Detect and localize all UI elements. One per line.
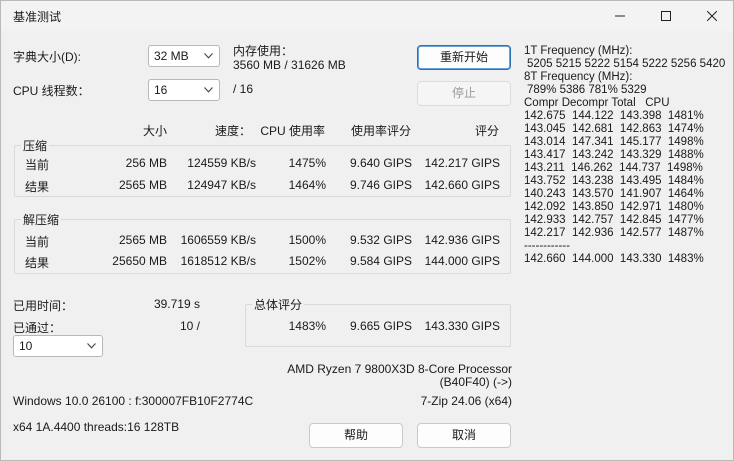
total-rating-title: 总体评分 bbox=[252, 296, 305, 313]
header-size: 大小 bbox=[142, 124, 167, 138]
cpu-threads-select[interactable]: 16 bbox=[148, 79, 220, 101]
cpu-name: AMD Ryzen 7 9800X3D 8-Core Processor bbox=[287, 362, 512, 376]
rating-value: 142.660 GIPS bbox=[424, 178, 500, 192]
elapsed-value: 39.719 s bbox=[153, 297, 200, 311]
close-button[interactable] bbox=[689, 1, 734, 31]
freq8-values: 789% 5386 781% 5329 bbox=[527, 84, 647, 96]
speed-value: 124947 KB/s bbox=[187, 178, 256, 192]
title-bar: 基准测试 bbox=[1, 1, 733, 31]
usage-rating-value: 9.584 GIPS bbox=[349, 254, 412, 268]
size-value: 256 MB bbox=[125, 156, 167, 170]
row-label: 当前 bbox=[25, 158, 50, 172]
log-row: 143.752 143.238 143.495 1484% bbox=[524, 175, 704, 187]
log-row: 143.211 146.262 144.737 1498% bbox=[524, 162, 703, 174]
log-row: 143.417 143.242 143.329 1488% bbox=[524, 149, 704, 161]
maximize-icon bbox=[661, 11, 671, 21]
compress-title: 压缩 bbox=[21, 137, 50, 154]
speed-value: 1606559 KB/s bbox=[180, 233, 256, 247]
help-button[interactable]: 帮助 bbox=[309, 423, 403, 448]
log-row: 143.045 142.681 142.863 1474% bbox=[524, 123, 704, 135]
rating-value: 142.217 GIPS bbox=[424, 156, 500, 170]
size-value: 2565 MB bbox=[118, 233, 167, 247]
rating-value: 144.000 GIPS bbox=[424, 254, 500, 268]
total-usage-rating: 9.665 GIPS bbox=[349, 319, 412, 333]
header-cpu-usage: CPU 使用率 bbox=[260, 124, 325, 138]
window-title: 基准测试 bbox=[13, 10, 62, 24]
cpu-usage-value: 1464% bbox=[288, 178, 326, 192]
chevron-down-icon bbox=[204, 87, 213, 93]
total-rating: 143.330 GIPS bbox=[424, 319, 500, 333]
dict-size-select[interactable]: 32 MB bbox=[148, 45, 220, 67]
log-row: 142.217 142.936 142.577 1487% bbox=[524, 227, 704, 239]
dict-size-value: 32 MB bbox=[154, 49, 189, 63]
size-value: 2565 MB bbox=[118, 178, 167, 192]
arch-info: x64 1A.4400 threads:16 128TB bbox=[13, 420, 180, 434]
passes-value: 10 bbox=[19, 339, 33, 353]
speed-value: 124559 KB/s bbox=[187, 156, 256, 170]
memory-value: 3560 MB / 31626 MB bbox=[233, 58, 346, 72]
cpu-usage-value: 1475% bbox=[288, 156, 326, 170]
restart-button[interactable]: 重新开始 bbox=[417, 45, 511, 70]
header-usage-rating: 使用率评分 bbox=[350, 124, 411, 138]
chevron-down-icon bbox=[204, 53, 213, 59]
close-icon bbox=[707, 11, 717, 21]
usage-rating-value: 9.532 GIPS bbox=[349, 233, 412, 247]
minimize-icon bbox=[615, 15, 625, 17]
size-value: 25650 MB bbox=[112, 254, 167, 268]
header-speed: 速度： bbox=[214, 124, 251, 138]
cpu-usage-value: 1502% bbox=[288, 254, 326, 268]
cpu-threads-value: 16 bbox=[154, 83, 168, 97]
freq1-label: 1T Frequency (MHz): bbox=[524, 45, 633, 57]
freq8-label: 8T Frequency (MHz): bbox=[524, 71, 633, 83]
memory-label: 内存使用： bbox=[233, 44, 294, 58]
dict-size-label: 字典大小(D): bbox=[13, 50, 81, 64]
log-separator: ------------ bbox=[524, 240, 570, 252]
row-label: 结果 bbox=[25, 180, 50, 194]
log-row: 142.933 142.757 142.845 1477% bbox=[524, 214, 704, 226]
passes-select[interactable]: 10 bbox=[13, 335, 103, 357]
row-label: 当前 bbox=[25, 235, 50, 249]
log-row: 140.243 143.570 141.907 1464% bbox=[524, 188, 704, 200]
freq1-values: 5205 5215 5222 5154 5222 5256 5420 bbox=[527, 58, 726, 70]
zip-version: 7-Zip 24.06 (x64) bbox=[420, 394, 512, 408]
log-row: 143.014 147.341 145.177 1498% bbox=[524, 136, 704, 148]
passed-value: 10 / bbox=[179, 319, 200, 333]
benchmark-window: 基准测试 字典大小(D): 32 MB 内存使用： 3560 MB / 3162… bbox=[0, 0, 734, 461]
log-row: 142.675 144.122 143.398 1481% bbox=[524, 110, 704, 122]
rating-value: 142.936 GIPS bbox=[424, 233, 500, 247]
log-row: 142.092 143.850 142.971 1480% bbox=[524, 201, 704, 213]
maximize-button[interactable] bbox=[643, 1, 689, 31]
cpu-threads-label: CPU 线程数： bbox=[13, 84, 90, 98]
minimize-button[interactable] bbox=[597, 1, 643, 31]
log-header: Compr Decompr Total CPU bbox=[524, 97, 670, 109]
cpu-threads-total: / 16 bbox=[233, 82, 254, 96]
passed-label: 已通过： bbox=[13, 321, 62, 335]
decompress-title: 解压缩 bbox=[21, 211, 62, 228]
chevron-down-icon bbox=[87, 343, 96, 349]
elapsed-label: 已用时间： bbox=[13, 299, 74, 313]
stop-button[interactable]: 停止 bbox=[417, 81, 511, 106]
row-label: 结果 bbox=[25, 256, 50, 270]
cpu-id: (B40F40) (->) bbox=[439, 375, 512, 389]
usage-rating-value: 9.640 GIPS bbox=[349, 156, 412, 170]
total-cpu-usage: 1483% bbox=[288, 319, 326, 333]
usage-rating-value: 9.746 GIPS bbox=[349, 178, 412, 192]
cpu-usage-value: 1500% bbox=[288, 233, 326, 247]
log-summary: 142.660 144.000 143.330 1483% bbox=[524, 253, 704, 265]
speed-value: 1618512 KB/s bbox=[180, 254, 256, 268]
os-info: Windows 10.0 26100 : f:300007FB10F2774C bbox=[13, 394, 254, 408]
header-rating: 评分 bbox=[474, 124, 499, 138]
cancel-button[interactable]: 取消 bbox=[417, 423, 511, 448]
